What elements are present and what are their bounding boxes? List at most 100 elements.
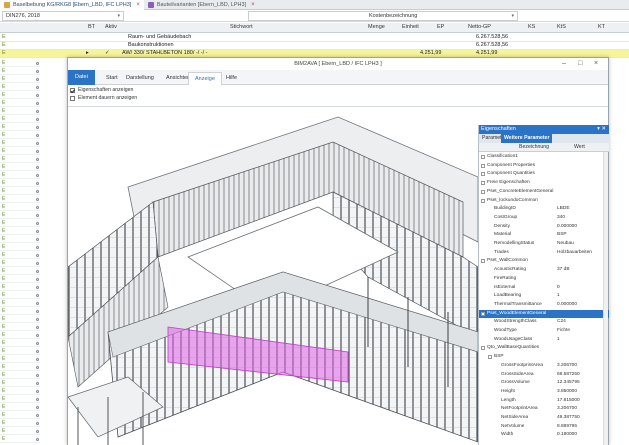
row-marker-cell[interactable]: E (0, 323, 40, 331)
property-row[interactable]: Freie Eigenschaften (479, 179, 609, 187)
property-row[interactable]: Component Properties (479, 162, 609, 170)
property-row[interactable]: Material BSP (479, 231, 609, 239)
property-row[interactable]: AcousticRating 37 dB (479, 266, 609, 274)
property-row[interactable]: Pset_ConcreteElementGeneral (479, 188, 609, 196)
column-header[interactable]: Menge (368, 24, 385, 30)
table-row[interactable]: E Baukonstruktionen 6.267.528,56 (0, 42, 629, 50)
row-marker-cell[interactable]: E (0, 291, 40, 299)
close-icon[interactable]: × (594, 58, 598, 70)
row-marker-cell[interactable]: E (0, 243, 40, 251)
row-marker-cell[interactable]: E (0, 347, 40, 355)
properties-scrollbar[interactable] (603, 152, 608, 445)
property-row[interactable]: NetVolume 8.889795 (479, 423, 609, 431)
property-row[interactable]: Trades Holzbauarbeiten (479, 249, 609, 257)
row-checkbox-icon[interactable]: ▸ (86, 50, 89, 57)
row-marker-cell[interactable]: E (0, 227, 40, 235)
property-row[interactable]: IsExternal 0 (479, 284, 609, 292)
column-header[interactable]: EP (437, 24, 444, 30)
row-marker-cell[interactable]: E (0, 251, 40, 259)
ribbon-tab-darstellung[interactable]: Darstellung (120, 72, 160, 85)
classification-dropdown[interactable]: DIN276, 2018 ▾ (2, 11, 124, 21)
row-marker-cell[interactable]: E (0, 203, 40, 211)
row-marker-cell[interactable]: E (0, 219, 40, 227)
property-row[interactable]: Classification1 (479, 153, 609, 161)
expand-toggle-icon[interactable] (481, 346, 485, 351)
property-row[interactable]: Component Quantities (479, 170, 609, 178)
property-row[interactable]: WoodStrengthClass C24 (479, 318, 609, 326)
description-dropdown[interactable]: Kostenbezeichnung ▾ (248, 11, 518, 21)
option-checkbox[interactable] (70, 96, 75, 101)
expand-toggle-icon[interactable] (481, 181, 485, 186)
property-row[interactable]: BuildingID LBDE (479, 205, 609, 213)
row-marker-cell[interactable]: E (0, 115, 40, 123)
row-marker-cell[interactable]: E (0, 379, 40, 387)
row-marker-cell[interactable]: E (0, 195, 40, 203)
row-marker-cell[interactable]: E (0, 147, 40, 155)
column-header[interactable]: Stichwort (230, 24, 253, 30)
row-marker-cell[interactable]: E (0, 371, 40, 379)
row-marker-cell[interactable]: E (0, 179, 40, 187)
row-marker-cell[interactable]: E (0, 411, 40, 419)
row-marker-cell[interactable]: E (0, 267, 40, 275)
row-marker-cell[interactable]: E (0, 131, 40, 139)
row-marker-cell[interactable]: E (0, 235, 40, 243)
property-row[interactable]: CostGroup 340 (479, 214, 609, 222)
property-row[interactable]: WoodType Fichte (479, 327, 609, 335)
property-row[interactable]: Height 3.850000 (479, 388, 609, 396)
row-marker-cell[interactable]: E (0, 83, 40, 91)
expand-toggle-icon[interactable] (481, 163, 485, 168)
option-checkbox[interactable] (70, 88, 75, 93)
property-row[interactable]: NetSideArea 49.387750 (479, 414, 609, 422)
property-row[interactable]: LoadBearing 1 (479, 292, 609, 300)
property-row[interactable]: FireRating (479, 275, 609, 283)
ribbon-tab-datei[interactable]: Datei (68, 70, 95, 85)
row-marker-cell[interactable]: E (0, 91, 40, 99)
close-icon[interactable]: × (251, 2, 255, 8)
active-check-icon[interactable]: ✓ (105, 50, 110, 57)
property-row[interactable]: Pset_WoodElementGeneral (479, 309, 609, 318)
property-row[interactable]: WoodUsageClass 1 (479, 336, 609, 344)
property-row[interactable]: Qto_WallBaseQuantities (479, 344, 609, 352)
document-tab[interactable]: Baselbebung KG/RKG8 [Ebern_LBD, IFC LPH3… (0, 0, 144, 10)
property-row[interactable]: GrossFootprintArea 3.206700 (479, 362, 609, 370)
row-marker-cell[interactable]: E (0, 283, 40, 291)
properties-tab[interactable]: Weitere Parameter (501, 134, 553, 143)
panel-pin-close-icon[interactable]: ▾ ✕ (597, 125, 606, 134)
document-tab[interactable]: Bauteilvarianten [Ebern_LBD, LPH3] × (144, 0, 259, 10)
property-row[interactable]: Width 0.180000 (479, 431, 609, 439)
column-header[interactable]: KT (598, 24, 605, 30)
row-marker-cell[interactable]: E (0, 107, 40, 115)
row-marker-cell[interactable]: E (0, 339, 40, 347)
expand-toggle-icon[interactable] (481, 172, 485, 177)
3d-model-viewport[interactable] (68, 107, 478, 445)
row-marker-cell[interactable]: E (0, 315, 40, 323)
row-marker-cell[interactable]: E (0, 67, 40, 75)
row-marker-cell[interactable]: E (0, 259, 40, 267)
maximize-icon[interactable]: □ (578, 58, 582, 70)
expand-toggle-icon[interactable] (488, 355, 492, 360)
minimize-icon[interactable]: – (562, 58, 566, 70)
expand-toggle-icon[interactable] (481, 198, 485, 203)
row-marker-cell[interactable]: E (0, 99, 40, 107)
column-header[interactable]: Einheit (402, 24, 419, 30)
row-marker-cell[interactable]: E (0, 275, 40, 283)
expand-toggle-icon[interactable] (481, 259, 485, 264)
row-marker-cell[interactable]: E (0, 59, 40, 67)
row-marker-cell[interactable]: E (0, 75, 40, 83)
property-row[interactable]: Pset_lockundoCommon (479, 197, 609, 205)
row-marker-cell[interactable]: E (0, 211, 40, 219)
property-row[interactable]: Density 0.000000 (479, 223, 609, 231)
property-row[interactable]: RemodellingStatus Neubau (479, 240, 609, 248)
ribbon-tab-hilfe[interactable]: Hilfe (220, 72, 243, 85)
row-marker-cell[interactable]: E (0, 155, 40, 163)
column-header[interactable]: KtS (557, 24, 566, 30)
property-row[interactable]: BSP (479, 353, 609, 361)
row-marker-cell[interactable]: E (0, 395, 40, 403)
row-marker-cell[interactable]: E (0, 387, 40, 395)
row-marker-cell[interactable]: E (0, 171, 40, 179)
row-marker-cell[interactable]: E (0, 435, 40, 443)
ribbon-tab-anzeige[interactable]: Anzeige (188, 72, 222, 85)
row-marker-cell[interactable]: E (0, 403, 40, 411)
expand-toggle-icon[interactable] (481, 311, 485, 316)
row-marker-cell[interactable]: E (0, 139, 40, 147)
